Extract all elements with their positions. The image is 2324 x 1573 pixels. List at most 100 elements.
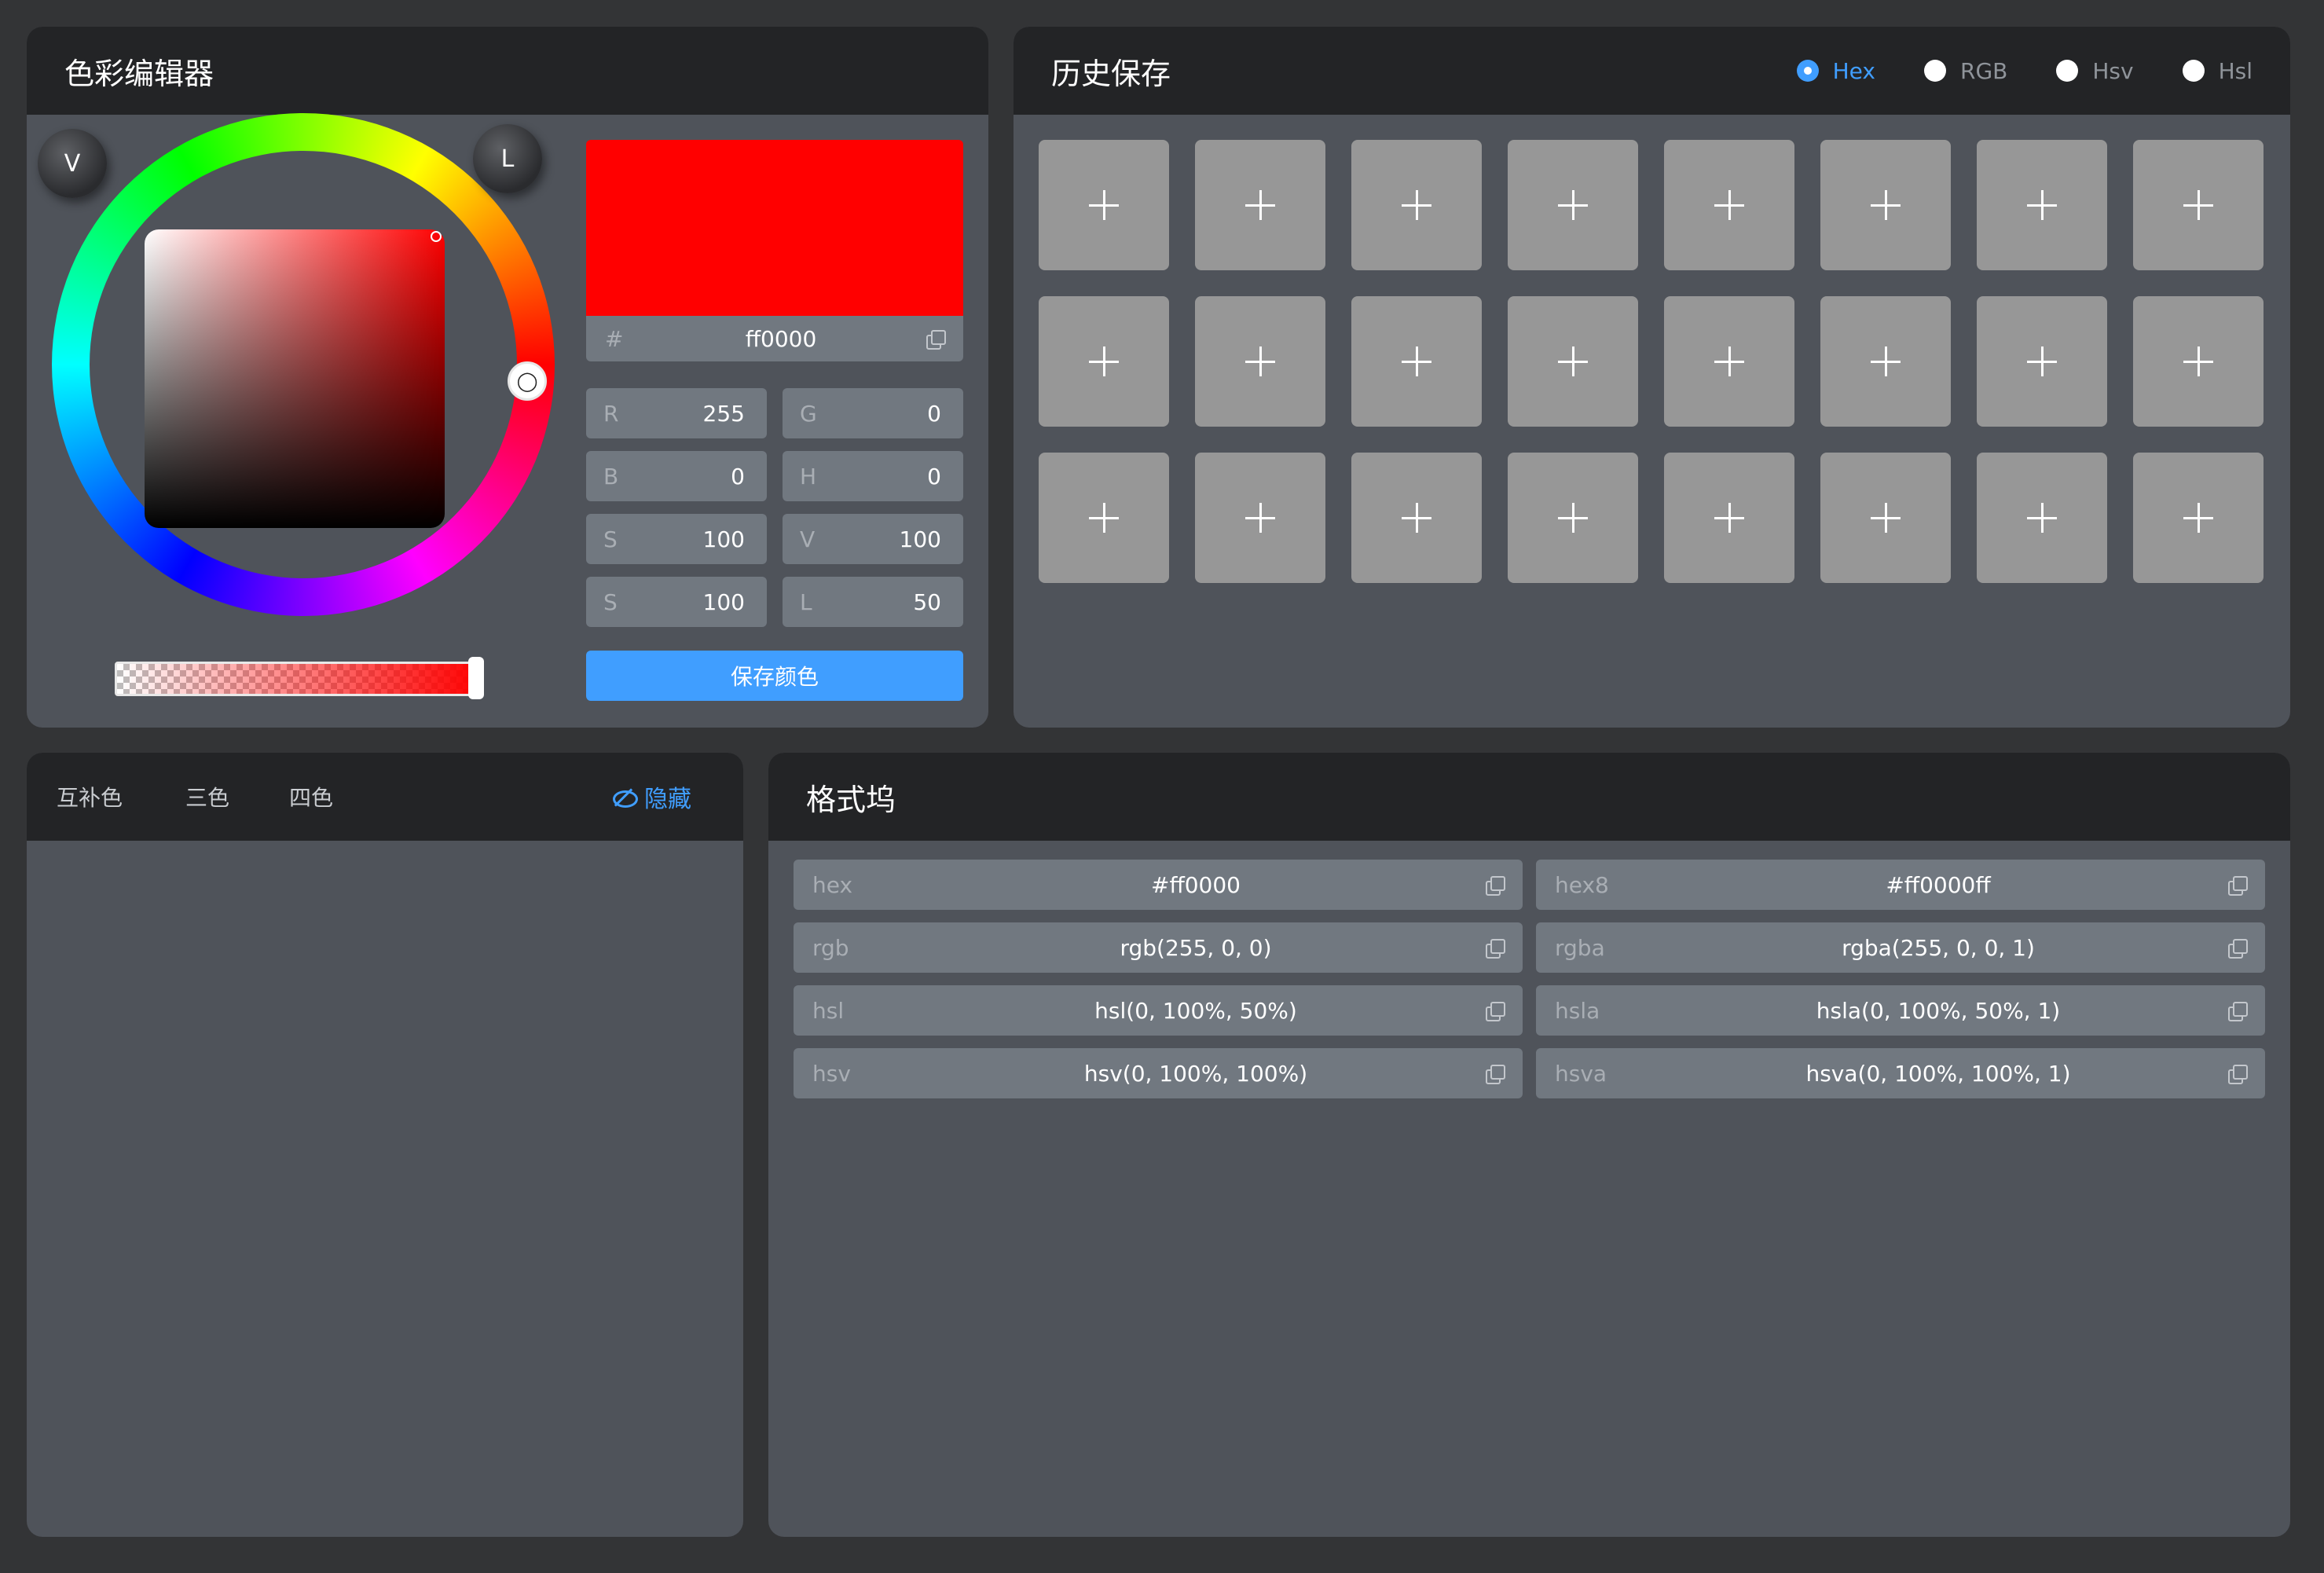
history-slot[interactable] bbox=[1820, 140, 1951, 270]
copy-icon[interactable] bbox=[1485, 1064, 1505, 1084]
plus-icon bbox=[1558, 503, 1588, 533]
format-row-hsl[interactable]: hsl hsl(0, 100%, 50%) bbox=[794, 985, 1523, 1036]
plus-icon bbox=[1089, 190, 1119, 220]
history-slot[interactable] bbox=[1039, 140, 1169, 270]
radio-hsl[interactable]: Hsl bbox=[2182, 58, 2253, 84]
copy-icon[interactable] bbox=[2227, 1001, 2248, 1021]
copy-icon[interactable] bbox=[2227, 938, 2248, 959]
format-value: #ff0000ff bbox=[1886, 871, 1991, 898]
history-swatch-grid bbox=[1039, 140, 2264, 583]
channel-value[interactable]: 100 bbox=[703, 526, 745, 552]
hex-field[interactable]: # ff0000 bbox=[586, 316, 963, 361]
channel-b-field[interactable]: B 0 bbox=[586, 451, 767, 501]
channel-value[interactable]: 255 bbox=[703, 401, 745, 427]
history-slot[interactable] bbox=[2133, 296, 2264, 427]
plus-icon bbox=[1558, 190, 1588, 220]
history-slot[interactable] bbox=[1039, 453, 1169, 583]
history-slot[interactable] bbox=[1195, 140, 1325, 270]
drag-handle-icon: ◯ bbox=[516, 370, 538, 392]
channel-r-field[interactable]: R 255 bbox=[586, 388, 767, 438]
channel-s-hsv-field[interactable]: S 100 bbox=[586, 514, 767, 564]
channel-value[interactable]: 100 bbox=[900, 526, 941, 552]
copy-icon[interactable] bbox=[1485, 875, 1505, 896]
plus-icon bbox=[1089, 503, 1119, 533]
history-slot[interactable] bbox=[1508, 453, 1638, 583]
history-slot[interactable] bbox=[1508, 140, 1638, 270]
channel-value[interactable]: 50 bbox=[913, 589, 941, 615]
hex-value[interactable]: ff0000 bbox=[636, 326, 926, 352]
copy-icon[interactable] bbox=[1485, 1001, 1505, 1021]
history-slot[interactable] bbox=[2133, 140, 2264, 270]
radio-label: RGB bbox=[1959, 57, 2008, 84]
history-slot[interactable] bbox=[1977, 453, 2107, 583]
plus-icon bbox=[1245, 190, 1275, 220]
channel-value[interactable]: 0 bbox=[927, 464, 941, 490]
format-row-hsv[interactable]: hsv hsv(0, 100%, 100%) bbox=[794, 1048, 1523, 1098]
channel-g-field[interactable]: G 0 bbox=[783, 388, 963, 438]
copy-icon[interactable] bbox=[1485, 938, 1505, 959]
mode-l-button[interactable]: L bbox=[473, 124, 542, 193]
save-color-button[interactable]: 保存颜色 bbox=[586, 651, 963, 701]
channel-h-field[interactable]: H 0 bbox=[783, 451, 963, 501]
alpha-slider-handle[interactable] bbox=[468, 657, 484, 699]
history-slot[interactable] bbox=[1664, 140, 1794, 270]
saturation-value-picker[interactable] bbox=[145, 229, 445, 528]
history-slot[interactable] bbox=[1351, 296, 1482, 427]
history-slot[interactable] bbox=[1820, 296, 1951, 427]
radio-hsv[interactable]: Hsv bbox=[2056, 58, 2134, 84]
format-value: hsla(0, 100%, 50%, 1) bbox=[1816, 997, 2061, 1024]
history-slot[interactable] bbox=[1664, 296, 1794, 427]
history-slot[interactable] bbox=[1977, 140, 2107, 270]
format-name: hsv bbox=[812, 1060, 851, 1087]
history-slot[interactable] bbox=[1977, 296, 2107, 427]
sv-picker-handle[interactable] bbox=[431, 231, 442, 242]
format-row-hsla[interactable]: hsla hsla(0, 100%, 50%, 1) bbox=[1536, 985, 2265, 1036]
plus-icon bbox=[2027, 346, 2057, 376]
tab-triadic[interactable]: 三色 bbox=[185, 781, 229, 812]
format-row-rgba[interactable]: rgba rgba(255, 0, 0, 1) bbox=[1536, 922, 2265, 973]
channel-value[interactable]: 100 bbox=[703, 589, 745, 615]
history-slot[interactable] bbox=[1508, 296, 1638, 427]
hue-handle[interactable]: ◯ bbox=[508, 361, 547, 401]
channel-s-hsl-field[interactable]: S 100 bbox=[586, 577, 767, 627]
format-row-hsva[interactable]: hsva hsva(0, 100%, 100%, 1) bbox=[1536, 1048, 2265, 1098]
copy-icon[interactable] bbox=[2227, 875, 2248, 896]
copy-icon[interactable] bbox=[926, 329, 946, 350]
format-row-hex[interactable]: hex #ff0000 bbox=[794, 860, 1523, 910]
format-value: hsv(0, 100%, 100%) bbox=[1083, 1060, 1308, 1087]
plus-icon bbox=[1558, 346, 1588, 376]
color-preview bbox=[586, 140, 963, 316]
hide-toggle-button[interactable]: 隐藏 bbox=[611, 779, 691, 814]
format-name: hsl bbox=[812, 997, 845, 1024]
format-value: rgba(255, 0, 0, 1) bbox=[1842, 934, 2035, 961]
channel-v-field[interactable]: V 100 bbox=[783, 514, 963, 564]
format-name: hsva bbox=[1555, 1060, 1607, 1087]
channel-value[interactable]: 0 bbox=[731, 464, 745, 490]
hide-label: 隐藏 bbox=[644, 786, 691, 813]
history-slot[interactable] bbox=[1195, 453, 1325, 583]
format-grid: hex #ff0000 hex8 #ff0000ff rgb rgb(255, … bbox=[794, 860, 2265, 1098]
channel-l-field[interactable]: L 50 bbox=[783, 577, 963, 627]
radio-hex[interactable]: Hex bbox=[1796, 58, 1875, 84]
history-slot[interactable] bbox=[1351, 140, 1482, 270]
plus-icon bbox=[2027, 190, 2057, 220]
mode-v-button[interactable]: V bbox=[38, 129, 107, 198]
history-slot[interactable] bbox=[1664, 453, 1794, 583]
format-row-hex8[interactable]: hex8 #ff0000ff bbox=[1536, 860, 2265, 910]
tab-complementary[interactable]: 互补色 bbox=[57, 781, 123, 812]
history-slot[interactable] bbox=[1039, 296, 1169, 427]
color-editor-panel: 色彩编辑器 ◯ V L # ff0000 R 255 G 0 B 0 H 0 S… bbox=[27, 27, 988, 728]
history-slot[interactable] bbox=[1195, 296, 1325, 427]
radio-rgb[interactable]: RGB bbox=[1923, 57, 2008, 84]
history-slot[interactable] bbox=[1351, 453, 1482, 583]
channel-value[interactable]: 0 bbox=[927, 401, 941, 427]
format-row-rgb[interactable]: rgb rgb(255, 0, 0) bbox=[794, 922, 1523, 973]
radio-dot-icon bbox=[2182, 60, 2205, 82]
format-name: hsla bbox=[1555, 997, 1600, 1024]
history-slot[interactable] bbox=[2133, 453, 2264, 583]
history-slot[interactable] bbox=[1820, 453, 1951, 583]
alpha-slider[interactable] bbox=[115, 662, 484, 696]
format-value: hsva(0, 100%, 100%, 1) bbox=[1805, 1060, 2071, 1087]
copy-icon[interactable] bbox=[2227, 1064, 2248, 1084]
tab-tetradic[interactable]: 四色 bbox=[289, 781, 333, 812]
